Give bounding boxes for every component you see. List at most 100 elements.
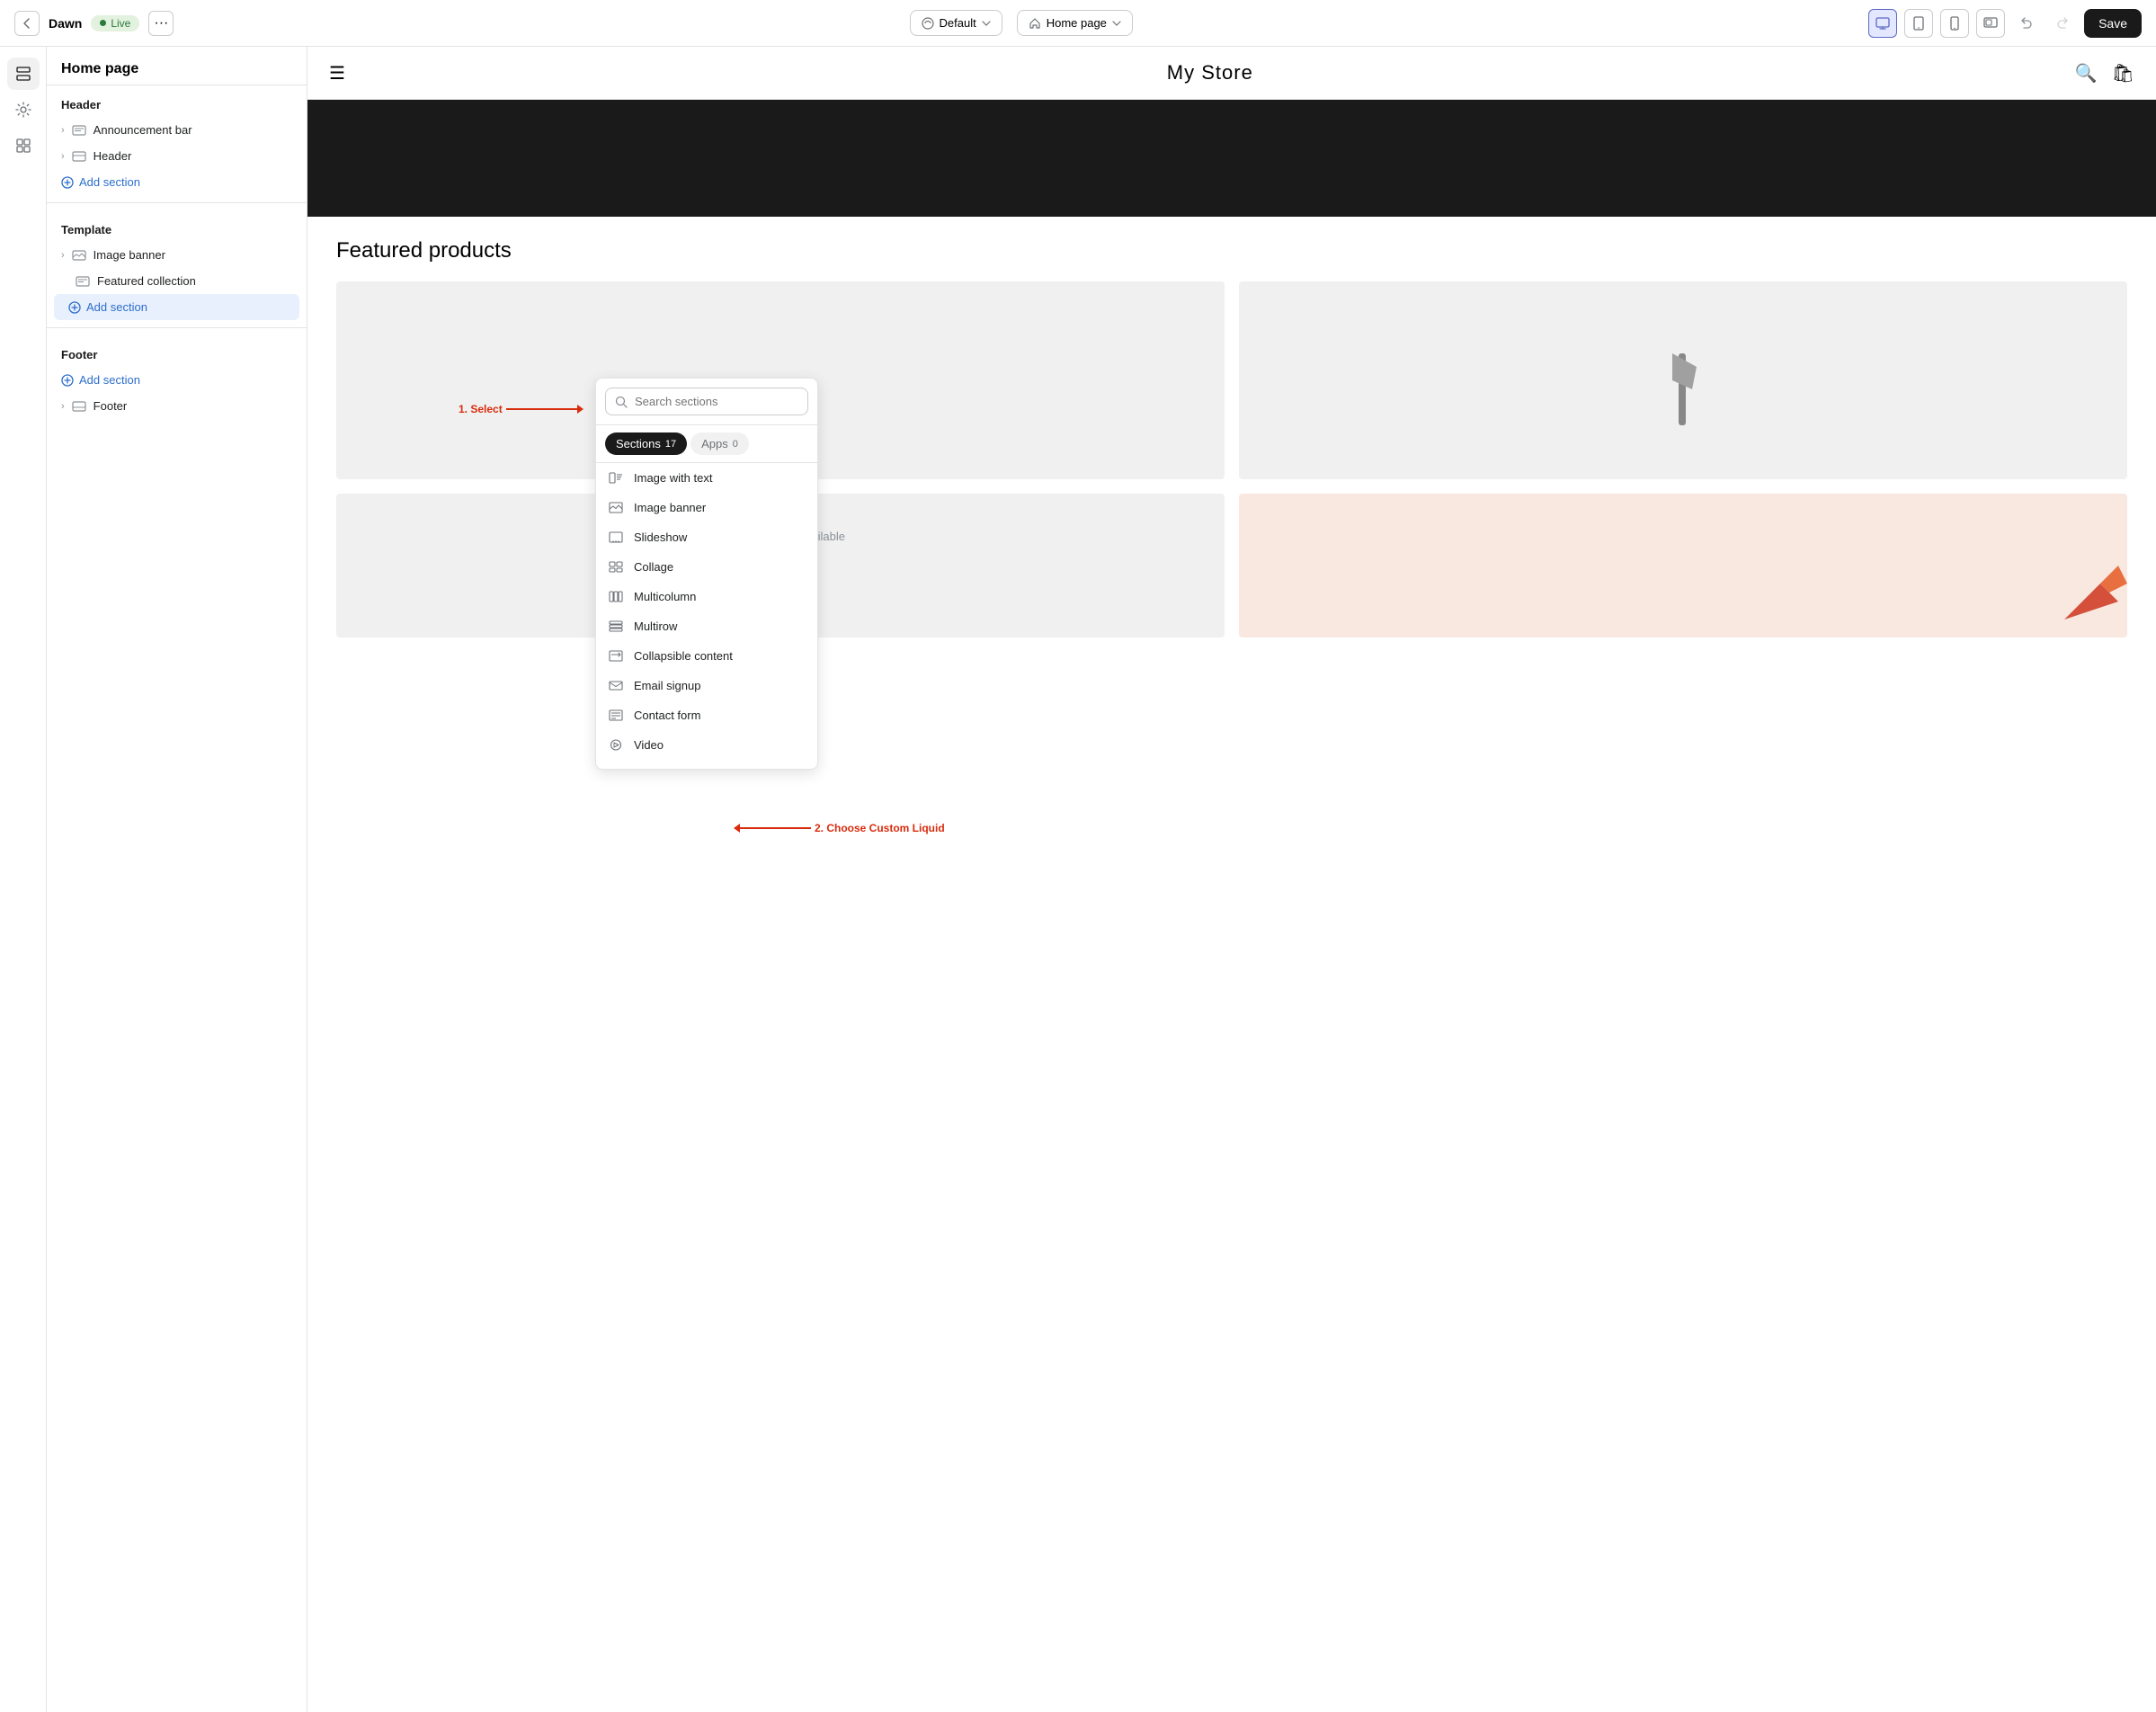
live-label: Live <box>111 17 130 30</box>
section-list: Image with text Image banner Slideshow <box>596 463 817 769</box>
footer-label: Footer <box>94 399 128 413</box>
hamburger-icon[interactable]: ☰ <box>329 62 345 85</box>
header-add-section-label: Add section <box>79 175 140 189</box>
sections-popup: Sections 17 Apps 0 Image with text <box>595 378 818 770</box>
sidebar-title: Home page <box>47 47 307 85</box>
nav-settings-icon[interactable] <box>7 94 40 126</box>
section-item-multicolumn[interactable]: Multicolumn <box>596 582 817 611</box>
chevron-right-icon: › <box>61 125 65 136</box>
section-item-slideshow[interactable]: Slideshow <box>596 522 817 552</box>
share-view-button[interactable] <box>1976 9 2005 38</box>
template-add-section-button[interactable]: Add section <box>54 294 299 320</box>
topbar-center: Default Home page <box>184 10 1858 36</box>
image-banner-label: Image banner <box>94 248 165 262</box>
image-banner-s-icon <box>609 502 625 513</box>
chevron-right-icon: › <box>61 401 65 412</box>
more-button[interactable]: ··· <box>148 11 174 36</box>
contact-form-icon <box>609 709 625 721</box>
featured-icon <box>76 275 90 288</box>
section-item-multirow[interactable]: Multirow <box>596 611 817 641</box>
image-banner-icon <box>72 249 86 262</box>
default-label: Default <box>940 16 976 30</box>
sidebar: Home page Header › Announcement bar › <box>47 47 307 1712</box>
section-item-video[interactable]: Video <box>596 730 817 760</box>
section-item-collapsible[interactable]: Collapsible content <box>596 641 817 671</box>
footer-add-section-button[interactable]: Add section <box>47 367 307 393</box>
sidebar-item-header[interactable]: › Header <box>47 143 307 169</box>
app-name: Dawn <box>49 16 82 31</box>
sidebar-item-featured-collection[interactable]: Featured collection <box>47 268 307 294</box>
nav-sections-icon[interactable] <box>7 58 40 90</box>
preview-area: ☰ My Store 🔍 🛍 Featured products <box>307 47 2156 1712</box>
slideshow-icon <box>609 531 625 543</box>
section-item-blog-posts[interactable]: Blog posts <box>596 760 817 769</box>
multirow-label: Multirow <box>634 620 677 633</box>
footer-section-title: Footer <box>47 335 307 367</box>
store-name: My Store <box>1167 61 1253 85</box>
tab-apps[interactable]: Apps 0 <box>690 432 749 455</box>
product-card-2 <box>1239 281 2127 479</box>
section-item-image-banner[interactable]: Image banner <box>596 493 817 522</box>
multirow-icon <box>609 620 625 632</box>
search-icon[interactable]: 🔍 <box>2075 62 2098 85</box>
image-with-text-label: Image with text <box>634 471 712 485</box>
store-icons: 🔍 🛍 <box>2075 62 2134 85</box>
axe-image <box>1647 317 1719 443</box>
live-dot <box>100 20 106 26</box>
header-add-section-button[interactable]: Add section <box>47 169 307 195</box>
desktop-view-button[interactable] <box>1868 9 1897 38</box>
search-icon <box>615 396 628 408</box>
collage-label: Collage <box>634 560 673 574</box>
collapsible-icon <box>609 650 625 662</box>
back-button[interactable] <box>14 11 40 36</box>
sidebar-item-announcement-bar[interactable]: › Announcement bar <box>47 117 307 143</box>
icon-nav <box>0 47 47 1712</box>
section-item-email-signup[interactable]: Email signup <box>596 671 817 700</box>
template-add-section-label: Add section <box>86 300 147 314</box>
featured-section: Featured products <box>307 217 2156 659</box>
section-item-collage[interactable]: Collage <box>596 552 817 582</box>
search-box <box>596 379 817 425</box>
collage-icon <box>609 561 625 573</box>
slideshow-label: Slideshow <box>634 531 687 544</box>
tabs-row: Sections 17 Apps 0 <box>596 425 817 463</box>
sidebar-item-footer[interactable]: › Footer <box>47 393 307 419</box>
footer-icon <box>72 400 86 413</box>
header-icon <box>72 150 86 163</box>
apps-tab-label: Apps <box>701 437 728 450</box>
divider <box>47 202 307 203</box>
announcement-icon <box>72 124 86 137</box>
sections-tab-count: 17 <box>665 439 676 450</box>
nav-apps-icon[interactable] <box>7 129 40 162</box>
chevron-right-icon: › <box>61 250 65 261</box>
divider2 <box>47 327 307 328</box>
sections-tab-label: Sections <box>616 437 661 450</box>
topbar-right: Save <box>1868 9 2142 38</box>
store-topbar: ☰ My Store 🔍 🛍 <box>307 47 2156 100</box>
search-input-wrap[interactable] <box>605 388 808 415</box>
header-section-title: Header <box>47 85 307 117</box>
cart-icon[interactable]: 🛍 <box>2112 62 2134 85</box>
redo-button[interactable] <box>2048 9 2077 38</box>
collapsible-content-label: Collapsible content <box>634 649 733 663</box>
lower-card-2 <box>1239 494 2127 638</box>
image-banner-s-label: Image banner <box>634 501 706 514</box>
save-button[interactable]: Save <box>2084 9 2142 38</box>
search-sections-input[interactable] <box>635 395 798 408</box>
sidebar-item-image-banner[interactable]: › Image banner <box>47 242 307 268</box>
undo-button[interactable] <box>2012 9 2041 38</box>
default-dropdown[interactable]: Default <box>910 10 1002 36</box>
blog-posts-label: Blog posts <box>634 768 689 769</box>
footer-add-section-label: Add section <box>79 373 140 387</box>
tab-sections[interactable]: Sections 17 <box>605 432 687 455</box>
tablet-view-button[interactable] <box>1904 9 1933 38</box>
featured-title: Featured products <box>336 238 2127 263</box>
mobile-view-button[interactable] <box>1940 9 1969 38</box>
hero-section <box>307 100 2156 217</box>
section-item-contact-form[interactable]: Contact form <box>596 700 817 730</box>
email-signup-icon <box>609 680 625 691</box>
section-item-image-with-text[interactable]: Image with text <box>596 463 817 493</box>
homepage-dropdown[interactable]: Home page <box>1017 10 1133 36</box>
featured-collection-label: Featured collection <box>97 274 196 288</box>
multicolumn-icon <box>609 591 625 602</box>
